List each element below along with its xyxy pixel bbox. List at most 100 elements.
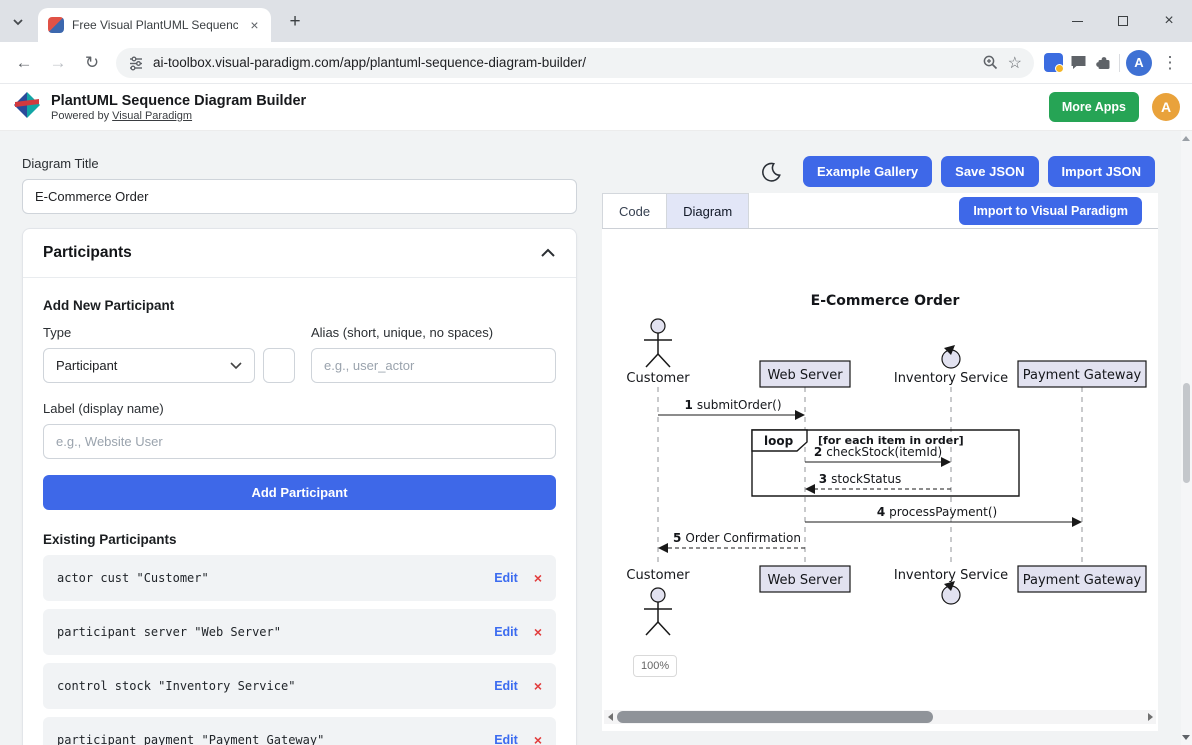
svg-text:2checkStock(itemId): 2checkStock(itemId)	[814, 445, 942, 459]
participants-heading: Participants	[43, 244, 132, 262]
alias-label: Alias (short, unique, no spaces)	[311, 325, 556, 340]
participant-list-item: participant server "Web Server" Edit ×	[43, 609, 556, 655]
collapse-chevron-up-icon[interactable]	[540, 247, 556, 259]
new-tab-button[interactable]: +	[282, 9, 308, 35]
diagram-title-input[interactable]	[22, 179, 577, 214]
alias-input[interactable]	[311, 348, 556, 383]
scroll-down-arrow-icon[interactable]	[1182, 735, 1190, 740]
scroll-left-arrow-icon[interactable]	[604, 710, 616, 724]
svg-text:1submitOrder(): 1submitOrder()	[684, 398, 781, 412]
svg-text:Web Server: Web Server	[767, 368, 843, 383]
forward-button[interactable]: →	[44, 49, 72, 77]
participant-form-row: Type Participant Alias (short, unique, n…	[43, 325, 556, 383]
minimize-button[interactable]	[1054, 0, 1100, 42]
type-label: Type	[43, 325, 297, 340]
browser-profile-avatar[interactable]: A	[1126, 50, 1152, 76]
participant-type-select[interactable]: Participant	[43, 348, 255, 383]
reload-button[interactable]: ↻	[78, 49, 106, 77]
dark-mode-moon-icon[interactable]	[760, 161, 782, 183]
vertical-scroll-thumb[interactable]	[1183, 383, 1190, 483]
diagram-canvas[interactable]: E-Commerce Order Customer Web Server	[602, 229, 1158, 703]
app-header: PlantUML Sequence Diagram Builder Powere…	[0, 84, 1192, 131]
extension-shortcut-icon[interactable]	[1044, 53, 1063, 72]
existing-participants-heading: Existing Participants	[43, 532, 556, 547]
address-bar[interactable]: ai-toolbox.visual-paradigm.com/app/plant…	[116, 48, 1034, 78]
participants-card-header[interactable]: Participants	[23, 229, 576, 278]
close-icon: ×	[1164, 12, 1173, 30]
message-4: 4processPayment()	[805, 505, 1082, 527]
tab-code[interactable]: Code	[602, 193, 667, 228]
delete-participant-icon[interactable]: ×	[534, 624, 542, 640]
browser-menu-icon[interactable]: ⋮	[1158, 53, 1182, 73]
site-settings-icon[interactable]	[128, 55, 144, 71]
visual-paradigm-logo	[12, 90, 42, 125]
page-vertical-scrollbar[interactable]	[1181, 131, 1192, 745]
participant-list-item: actor cust "Customer" Edit ×	[43, 555, 556, 601]
tab-search-chevron-icon[interactable]	[10, 14, 26, 30]
edit-participant-link[interactable]: Edit	[494, 625, 518, 639]
message-3: 3stockStatus	[805, 472, 951, 494]
delete-participant-icon[interactable]: ×	[534, 570, 542, 586]
participant-type-value: Participant	[56, 358, 117, 373]
preview-area: Example Gallery Save JSON Import JSON Co…	[602, 131, 1158, 745]
sequence-title: E-Commerce Order	[811, 293, 960, 309]
bookmark-star-icon[interactable]: ☆	[1008, 53, 1022, 73]
tab-diagram[interactable]: Diagram	[667, 193, 749, 228]
more-apps-button[interactable]: More Apps	[1049, 92, 1139, 122]
participant-list-item: participant payment "Payment Gateway" Ed…	[43, 717, 556, 745]
editor-panel: Diagram Title Participants Add New Parti…	[22, 156, 577, 745]
horizontal-scrollbar[interactable]	[604, 710, 1156, 724]
message-2: 2checkStock(itemId)	[805, 445, 951, 467]
edit-participant-link[interactable]: Edit	[494, 733, 518, 745]
participant-webserver-bottom: Web Server	[760, 566, 850, 592]
extensions-puzzle-icon[interactable]	[1094, 53, 1113, 72]
app-user-avatar[interactable]: A	[1152, 93, 1180, 121]
participants-card-body: Add New Participant Type Participant	[23, 278, 576, 745]
actor-customer-bottom: Customer	[626, 568, 690, 635]
tab-title: Free Visual PlantUML Sequence	[72, 18, 238, 32]
toolbar-separator	[1119, 54, 1120, 72]
url-text[interactable]: ai-toolbox.visual-paradigm.com/app/plant…	[153, 55, 973, 70]
app-title: PlantUML Sequence Diagram Builder	[51, 93, 306, 110]
type-column: Type Participant	[43, 325, 297, 383]
delete-participant-icon[interactable]: ×	[534, 678, 542, 694]
edit-participant-link[interactable]: Edit	[494, 571, 518, 585]
display-name-label: Label (display name)	[43, 401, 556, 416]
alias-column: Alias (short, unique, no spaces)	[311, 325, 556, 383]
add-new-participant-heading: Add New Participant	[43, 298, 556, 313]
maximize-icon	[1118, 16, 1128, 26]
control-inventory-bottom: Inventory Service	[894, 568, 1008, 604]
participant-color-input[interactable]	[263, 348, 295, 383]
tab-close-icon[interactable]: ×	[246, 17, 263, 34]
browser-tab[interactable]: Free Visual PlantUML Sequence ×	[38, 8, 271, 42]
import-json-button[interactable]: Import JSON	[1048, 156, 1155, 187]
save-json-button[interactable]: Save JSON	[941, 156, 1038, 187]
participant-code: actor cust "Customer"	[57, 571, 478, 585]
example-gallery-button[interactable]: Example Gallery	[803, 156, 932, 187]
header-actions: More Apps A	[1049, 92, 1180, 122]
browser-tab-strip: Free Visual PlantUML Sequence × + ×	[0, 0, 1192, 42]
loop-fragment: loop [for each item in order]	[752, 430, 1019, 496]
scroll-up-arrow-icon[interactable]	[1182, 136, 1190, 141]
chat-icon[interactable]	[1069, 53, 1088, 72]
participant-list-item: control stock "Inventory Service" Edit ×	[43, 663, 556, 709]
horizontal-scroll-track[interactable]	[616, 710, 1144, 724]
zoom-icon[interactable]	[982, 54, 999, 71]
display-name-input[interactable]	[43, 424, 556, 459]
delete-participant-icon[interactable]: ×	[534, 732, 542, 745]
diagram-title-label: Diagram Title	[22, 156, 577, 171]
back-button[interactable]: ←	[10, 49, 38, 77]
add-participant-button[interactable]: Add Participant	[43, 475, 556, 510]
import-to-visual-paradigm-button[interactable]: Import to Visual Paradigm	[959, 197, 1142, 225]
scroll-right-arrow-icon[interactable]	[1144, 710, 1156, 724]
edit-participant-link[interactable]: Edit	[494, 679, 518, 693]
horizontal-scroll-thumb[interactable]	[617, 711, 933, 723]
maximize-button[interactable]	[1100, 0, 1146, 42]
control-inventory-top: Inventory Service	[894, 345, 1008, 386]
actor-customer-top: Customer	[626, 319, 690, 386]
close-window-button[interactable]: ×	[1146, 0, 1192, 42]
svg-text:Payment Gateway: Payment Gateway	[1023, 368, 1142, 383]
visual-paradigm-link[interactable]: Visual Paradigm	[112, 110, 192, 122]
powered-by-prefix: Powered by	[51, 110, 109, 122]
sequence-diagram: E-Commerce Order Customer Web Server	[617, 248, 1152, 640]
